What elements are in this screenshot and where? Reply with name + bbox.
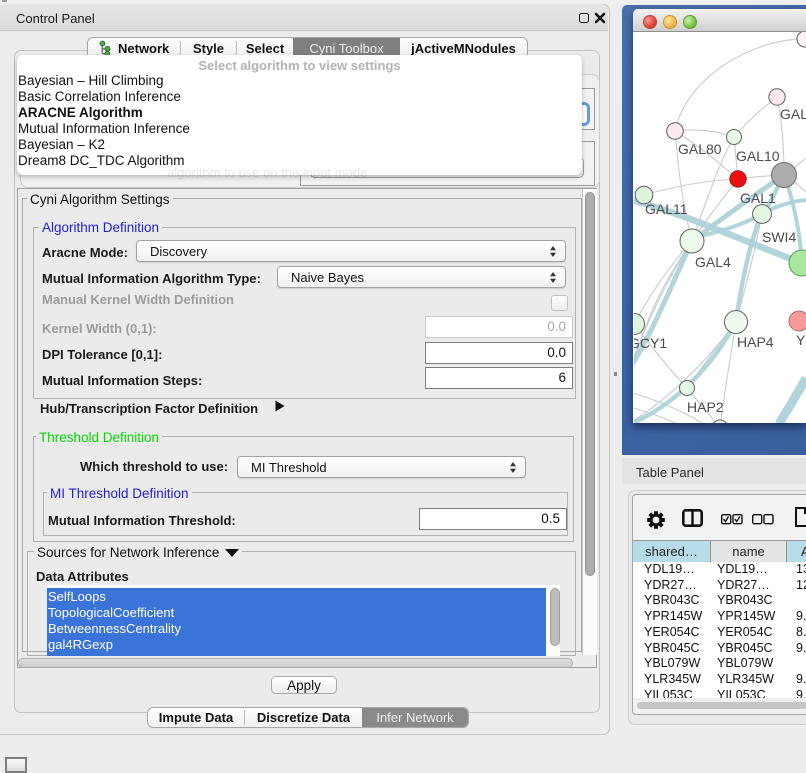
- svg-text:SWI4: SWI4: [762, 229, 796, 245]
- svg-text:GAL2: GAL2: [780, 106, 806, 122]
- svg-text:HAP2: HAP2: [687, 399, 724, 415]
- svg-text:GAL4: GAL4: [695, 254, 731, 270]
- svg-text:HAP4: HAP4: [737, 334, 774, 350]
- svg-text:GCY1: GCY1: [634, 335, 667, 351]
- svg-text:GAL80: GAL80: [678, 141, 722, 157]
- svg-text:GAL10: GAL10: [736, 148, 780, 164]
- svg-text:GAL11: GAL11: [645, 201, 688, 217]
- svg-text:YJ: YJ: [796, 332, 806, 348]
- svg-text:GAL1: GAL1: [740, 190, 776, 206]
